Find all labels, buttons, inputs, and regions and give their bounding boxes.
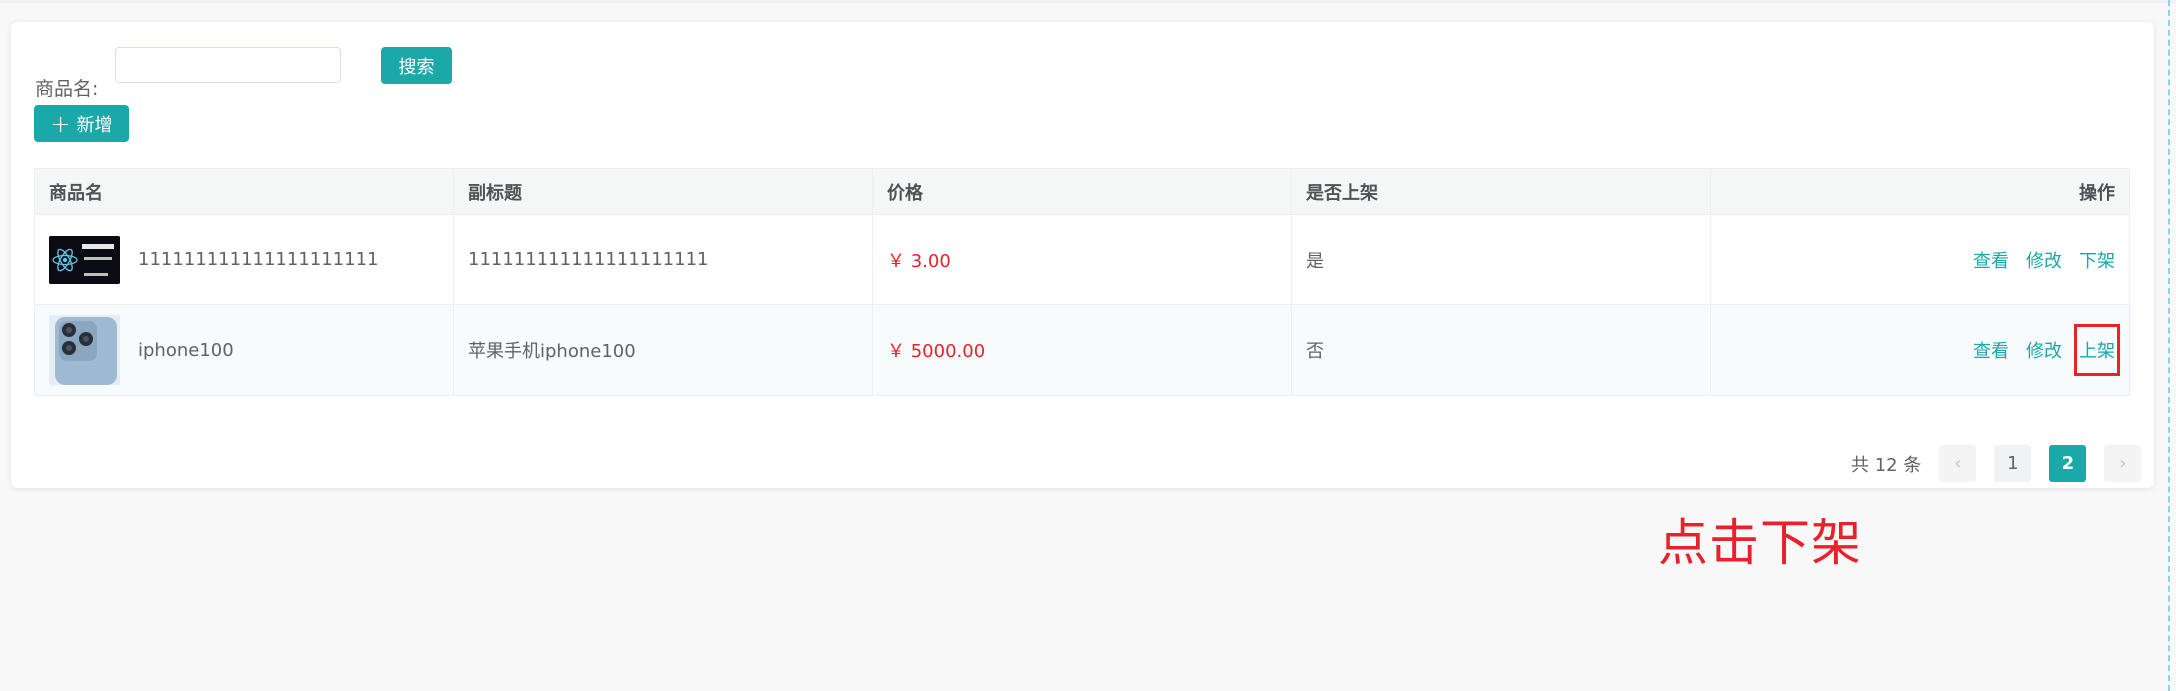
column-header-price: 价格	[873, 169, 1292, 214]
product-table: 商品名 副标题 价格 是否上架 操作 111111111111111111111…	[34, 168, 2130, 396]
top-border	[0, 0, 2176, 3]
take-down-link[interactable]: 下架	[2079, 247, 2115, 273]
add-button[interactable]: + 新增	[34, 105, 129, 142]
column-header-name: 商品名	[35, 169, 454, 214]
table-header-row: 商品名 副标题 价格 是否上架 操作	[35, 169, 2129, 215]
table-row: 111111111111111111111 111111111111111111…	[35, 215, 2129, 305]
product-list-card: 商品名: 搜索 + 新增 商品名 副标题 价格 是否上架 操作 11111111…	[11, 22, 2154, 488]
column-header-on-shelf: 是否上架	[1292, 169, 1711, 214]
iphone-thumbnail	[49, 315, 120, 385]
next-page-button[interactable]: ›	[2104, 445, 2142, 482]
product-subtitle: 苹果手机iphone100	[454, 305, 873, 395]
page-1-button[interactable]: 1	[1994, 445, 2032, 482]
page-2-button[interactable]: 2	[2049, 445, 2087, 482]
put-on-shelf-link[interactable]: 上架	[2074, 324, 2120, 376]
pagination: 共 12 条 ‹ 1 2 ›	[1851, 445, 2142, 482]
react-course-thumbnail	[49, 235, 120, 284]
plus-icon: +	[50, 109, 71, 138]
column-header-actions: 操作	[2079, 182, 2115, 204]
view-link[interactable]: 查看	[1973, 337, 2009, 363]
product-on-shelf: 否	[1292, 305, 1711, 395]
product-name: iphone100	[138, 339, 234, 361]
product-name: 111111111111111111111	[138, 249, 379, 270]
product-on-shelf: 是	[1292, 215, 1711, 304]
edit-link[interactable]: 修改	[2026, 337, 2062, 363]
product-subtitle: 111111111111111111111	[454, 215, 873, 304]
table-row: iphone100 苹果手机iphone100 ￥ 5000.00 否 查看 修…	[35, 305, 2129, 395]
view-link[interactable]: 查看	[1973, 247, 2009, 273]
product-price: ￥ 3.00	[887, 250, 951, 272]
dashed-guide-line	[2168, 0, 2170, 691]
search-button[interactable]: 搜索	[381, 47, 452, 84]
search-input[interactable]	[115, 47, 341, 83]
column-header-subtitle: 副标题	[454, 169, 873, 214]
edit-link[interactable]: 修改	[2026, 247, 2062, 273]
product-price: ￥ 5000.00	[887, 341, 986, 362]
search-label: 商品名:	[35, 78, 99, 100]
annotation-text: 点击下架	[1658, 514, 1862, 572]
prev-page-button[interactable]: ‹	[1939, 445, 1977, 482]
pagination-total: 共 12 条	[1851, 454, 1922, 476]
add-button-label: 新增	[76, 114, 113, 136]
